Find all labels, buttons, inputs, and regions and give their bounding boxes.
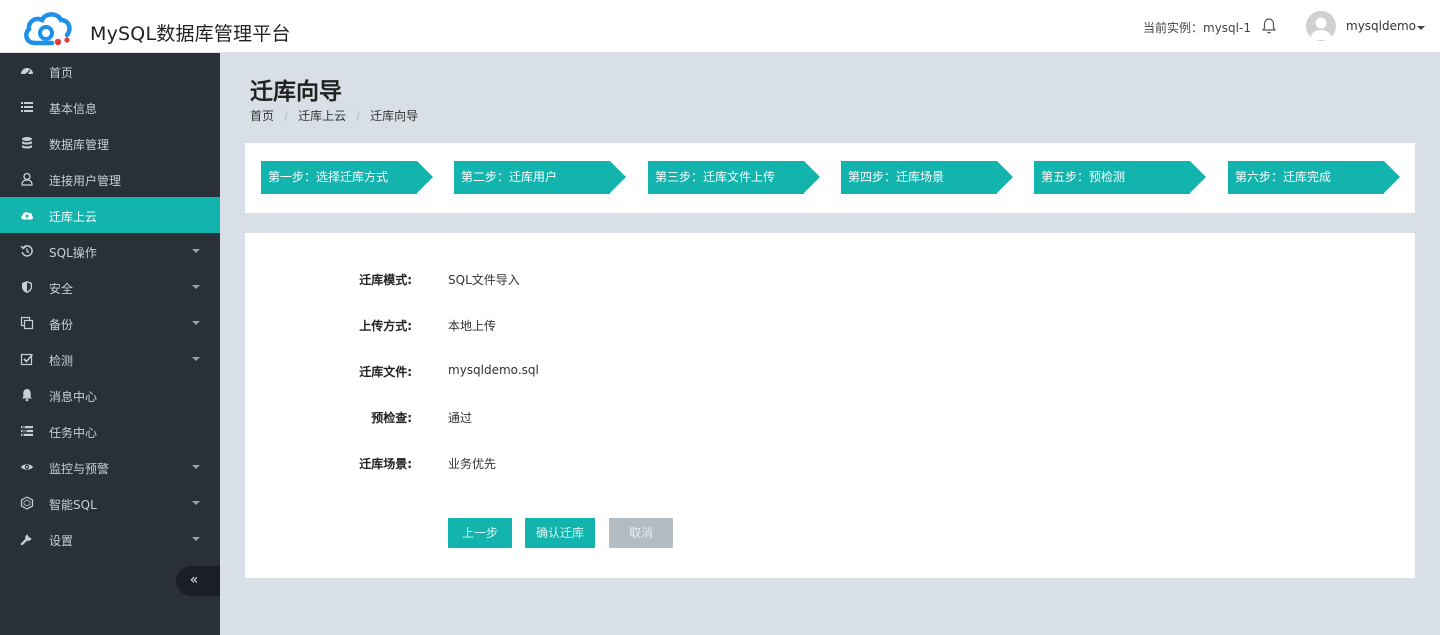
step-arrow	[1190, 161, 1206, 193]
bell-icon	[20, 388, 34, 402]
sidebar-item[interactable]: 连接用户管理	[0, 161, 220, 197]
sidebar-item[interactable]: 消息中心	[0, 377, 220, 413]
form-label: 上传方式:	[359, 319, 412, 333]
sidebar-item[interactable]: 迁库上云	[0, 197, 220, 233]
form-value: 业务优先	[448, 457, 497, 471]
sidebar-item-label: 设置	[49, 534, 74, 548]
chevron-down-icon	[192, 465, 200, 469]
form-label: 迁库文件:	[359, 365, 412, 379]
form-row-upload-method: 上传方式: 本地上传	[245, 317, 1415, 337]
sidebar-item-label: 基本信息	[49, 102, 98, 116]
sidebar-item[interactable]: 数据库管理	[0, 125, 220, 161]
sidebar-collapse-button[interactable]: «	[176, 566, 220, 596]
prev-step-button[interactable]: 上一步	[448, 518, 512, 548]
hexagon-icon	[20, 496, 34, 510]
sidebar-item-label: 智能SQL	[49, 498, 97, 512]
user-icon	[20, 172, 34, 186]
sidebar-item-label: 连接用户管理	[49, 174, 122, 188]
cloud-logo-icon[interactable]	[22, 9, 72, 49]
top-header: MySQL数据库管理平台 当前实例：mysql-1 mysqldemo	[0, 0, 1440, 53]
page-title: 迁库向导	[250, 79, 342, 105]
form-value: SQL文件导入	[448, 273, 520, 287]
current-instance[interactable]: 当前实例：mysql-1	[1143, 19, 1251, 36]
sidebar-item[interactable]: 安全	[0, 269, 220, 305]
step-arrow	[417, 161, 433, 193]
breadcrumb: 首页 / 迁库上云 / 迁库向导	[250, 107, 418, 124]
step-arrow	[804, 161, 820, 193]
confirm-migration-button[interactable]: 确认迁库	[525, 518, 595, 548]
breadcrumb-migrate[interactable]: 迁库上云	[298, 109, 346, 123]
chevron-down-icon	[192, 357, 200, 361]
wrench-icon	[20, 532, 34, 546]
sidebar-item[interactable]: 设置	[0, 521, 220, 557]
form-label: 预检查:	[371, 411, 412, 425]
sidebar-item-label: 安全	[49, 282, 74, 296]
breadcrumb-separator: /	[356, 109, 361, 123]
sidebar-item-label: 消息中心	[49, 390, 98, 404]
shield-icon	[20, 280, 34, 294]
database-icon	[20, 136, 34, 150]
sidebar-item-label: 备份	[49, 318, 74, 332]
chevron-down-icon	[192, 537, 200, 541]
list-icon	[20, 100, 34, 114]
step-arrow	[610, 161, 626, 193]
avatar-person-icon	[1310, 17, 1332, 40]
sidebar-item-label: 检测	[49, 354, 74, 368]
user-menu-caret-icon[interactable]	[1417, 26, 1425, 30]
sidebar-item-label: 迁库上云	[49, 210, 98, 224]
sidebar-item-label: 监控与预警	[49, 462, 110, 476]
sidebar-item-label: 任务中心	[49, 426, 98, 440]
form-row-scenario: 迁库场景: 业务优先	[245, 455, 1415, 475]
sidebar-item[interactable]: 监控与预警	[0, 449, 220, 485]
form-label: 迁库模式:	[359, 273, 412, 287]
app-title: MySQL数据库管理平台	[90, 23, 291, 45]
dashboard-icon	[20, 64, 34, 78]
cloud-upload-icon	[20, 208, 34, 222]
user-avatar[interactable]	[1306, 11, 1336, 41]
form-row-file: 迁库文件: mysqldemo.sql	[245, 363, 1415, 383]
form-row-mode: 迁库模式: SQL文件导入	[245, 271, 1415, 291]
breadcrumb-home[interactable]: 首页	[250, 109, 274, 123]
sidebar-item[interactable]: 智能SQL	[0, 485, 220, 521]
tasks-icon	[20, 424, 34, 438]
sidebar-item[interactable]: 基本信息	[0, 89, 220, 125]
chevron-down-icon	[192, 501, 200, 505]
form-label: 迁库场景:	[359, 457, 412, 471]
copy-icon	[20, 316, 34, 330]
form-value: 通过	[448, 411, 473, 425]
sidebar-item[interactable]: 备份	[0, 305, 220, 341]
form-value: mysqldemo.sql	[448, 363, 539, 377]
sidebar-item[interactable]: 检测	[0, 341, 220, 377]
form-value: 本地上传	[448, 319, 497, 333]
wizard-steps: 第一步：选择迁库方式 第二步：迁库用户 第三步：迁库文件上传 第四步：迁库场景 …	[245, 143, 1415, 213]
cancel-button[interactable]: 取消	[609, 518, 673, 548]
breadcrumb-separator: /	[284, 109, 289, 123]
sidebar-item-label: 首页	[49, 66, 74, 80]
sidebar-item[interactable]: 任务中心	[0, 413, 220, 449]
sidebar-item-label: SQL操作	[49, 246, 97, 260]
step-arrow	[997, 161, 1013, 193]
notification-bell-icon[interactable]	[1261, 17, 1277, 35]
username[interactable]: mysqldemo	[1346, 19, 1416, 33]
chevron-down-icon	[192, 285, 200, 289]
sidebar-item[interactable]: 首页	[0, 53, 220, 89]
breadcrumb-current: 迁库向导	[370, 109, 419, 123]
sidebar: 首页基本信息数据库管理连接用户管理 迁库上云 SQL操作安全备份检测消息中心任务中心…	[0, 53, 220, 635]
sidebar-item[interactable]: SQL操作	[0, 233, 220, 269]
history-icon	[20, 244, 34, 258]
step-arrow	[1384, 161, 1400, 193]
form-row-precheck: 预检查: 通过	[245, 409, 1415, 429]
chevron-down-icon	[192, 321, 200, 325]
eye-icon	[20, 460, 34, 474]
migration-summary-form: 迁库模式: SQL文件导入 上传方式: 本地上传 迁库文件: mysqldemo…	[245, 233, 1415, 578]
check-square-icon	[20, 352, 34, 366]
chevron-down-icon	[192, 249, 200, 253]
sidebar-item-label: 数据库管理	[49, 138, 110, 152]
